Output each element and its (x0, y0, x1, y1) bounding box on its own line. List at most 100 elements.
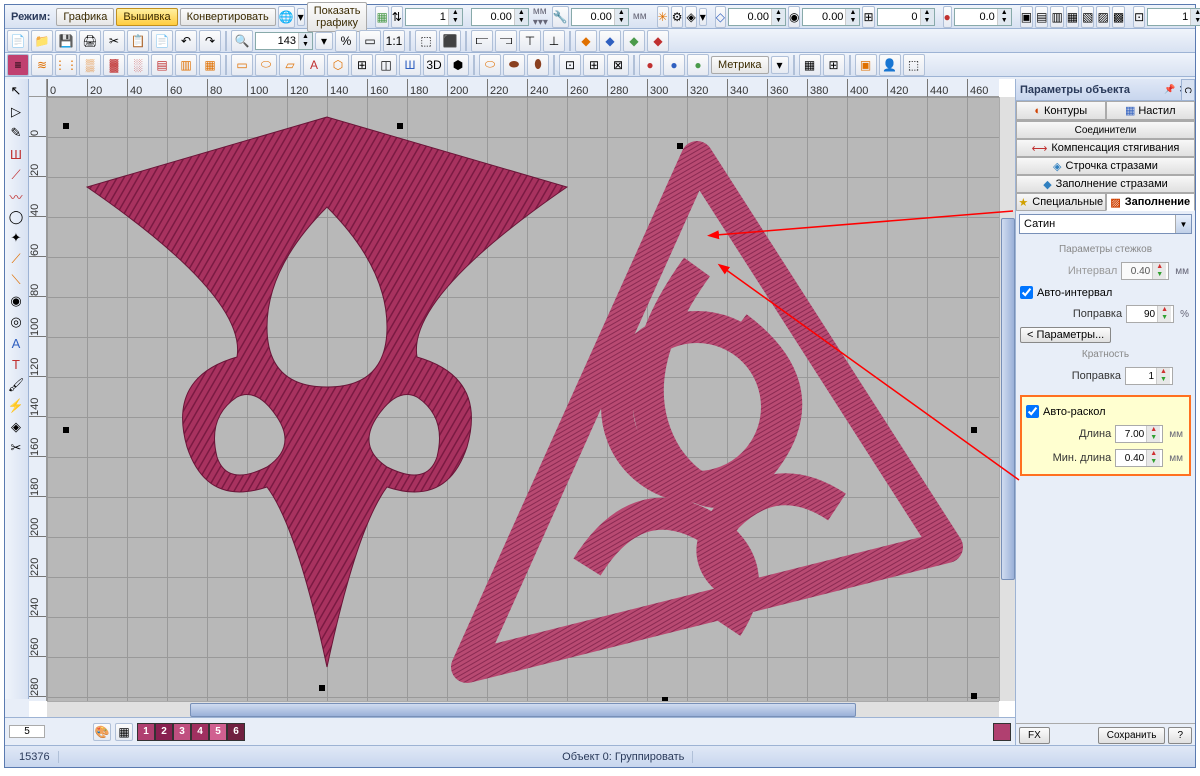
align-icon-4[interactable]: ⊥ (543, 30, 565, 52)
spinner-d[interactable]: ▲▼ (728, 8, 786, 26)
sel-handle-mr2[interactable] (971, 427, 977, 433)
tool-icon-2[interactable]: ◈ (685, 6, 696, 28)
color-chip-6[interactable]: 6 (227, 723, 245, 741)
star-icon[interactable]: ✦ (5, 228, 27, 248)
redo-icon[interactable]: ↷ (199, 30, 221, 52)
collapsed-tab[interactable]: С (1181, 79, 1195, 101)
swatch-icon[interactable]: ▦ (115, 723, 133, 741)
color-chip-3[interactable]: 3 (173, 723, 191, 741)
select-icon[interactable]: ↖ (5, 81, 27, 101)
stitch-type-2[interactable]: ≋ (31, 54, 53, 76)
color-chip-2[interactable]: 2 (155, 723, 173, 741)
stitch-icon-1[interactable]: Ш (5, 144, 27, 164)
ring-icon-2[interactable]: ◎ (5, 312, 27, 332)
snap-icon[interactable]: ⊡ (1133, 6, 1145, 28)
sel-handle-tr2[interactable] (677, 143, 683, 149)
subtab-special[interactable]: ★Специальные (1016, 193, 1106, 211)
dropdown-icon[interactable]: ▾ (297, 8, 305, 26)
tab-underlay[interactable]: ▦Настил (1106, 101, 1196, 120)
pin-icon[interactable]: 📌 (1164, 84, 1176, 96)
spinner-h[interactable]: ▲▼ (1147, 8, 1200, 26)
diamond-icon[interactable]: ◇ (715, 6, 726, 28)
color-chip-5[interactable]: 5 (209, 723, 227, 741)
dropdown-arrow-icon[interactable]: ▼ (1175, 215, 1191, 233)
brush-icon[interactable]: 🖌 (5, 375, 27, 395)
text-icon[interactable]: T (5, 354, 27, 374)
zoom-icon[interactable]: 🔍 (231, 30, 253, 52)
sel-handle-tl[interactable] (63, 123, 69, 129)
auto-split-checkbox[interactable] (1026, 405, 1039, 418)
align-icon-1[interactable]: ⫍ (471, 30, 493, 52)
undo-icon[interactable]: ↶ (175, 30, 197, 52)
color-chip-4[interactable]: 4 (191, 723, 209, 741)
palette-icon[interactable]: 🎨 (93, 723, 111, 741)
zoom-spinner[interactable]: ▲▼ (255, 32, 313, 50)
shape-icon[interactable]: ◯ (5, 207, 27, 227)
v-scroll-thumb[interactable] (1001, 218, 1015, 580)
current-color[interactable] (993, 723, 1011, 741)
line-icon-1[interactable]: ⟋ (5, 249, 27, 269)
spinner-a[interactable]: ▲▼ (405, 8, 463, 26)
spinner-f[interactable]: ▲▼ (877, 8, 935, 26)
open-icon[interactable]: 📁 (31, 30, 53, 52)
page-input[interactable] (9, 725, 45, 738)
subtab-rhinestone-fill[interactable]: ◆Заполнение стразами (1016, 175, 1195, 193)
show-graphic-button[interactable]: Показать графику (307, 2, 368, 32)
3d-icon[interactable]: 3D (423, 54, 445, 76)
fx-button[interactable]: FX (1019, 727, 1050, 744)
color-chip-1[interactable]: 1 (137, 723, 155, 741)
fill-type-dropdown[interactable]: ▼ (1019, 214, 1192, 234)
sel-handle-bm[interactable] (319, 685, 325, 691)
save-button[interactable]: Сохранить (1098, 727, 1166, 744)
misc-icon-1[interactable]: ◈ (5, 417, 27, 437)
sel-handle-br2[interactable] (971, 693, 977, 699)
mode-convert-button[interactable]: Конвертировать (180, 8, 276, 26)
adjust-spinner[interactable]: ▲▼ (1126, 305, 1174, 323)
text-a-icon[interactable]: A (5, 333, 27, 353)
line-icon-2[interactable]: ⟍ (5, 270, 27, 290)
cut-icon[interactable]: ✂ (103, 30, 125, 52)
1to1-icon[interactable]: 1:1 (383, 30, 405, 52)
pen-icon[interactable]: ✎ (5, 123, 27, 143)
print-icon[interactable]: 🖨 (79, 30, 101, 52)
h-scroll-thumb[interactable] (190, 703, 856, 717)
align-icon-3[interactable]: ⊤ (519, 30, 541, 52)
ring-icon-1[interactable]: ◉ (5, 291, 27, 311)
misc-icon-2[interactable]: ✂ (5, 438, 27, 458)
mode-embroidery-button[interactable]: Вышивка (116, 8, 177, 26)
horizontal-scrollbar[interactable] (47, 701, 999, 717)
wand-icon[interactable]: ⚡ (5, 396, 27, 416)
curve-icon[interactable]: 〰 (5, 186, 27, 206)
fit-icon[interactable]: ▭ (359, 30, 381, 52)
arrows-icon[interactable]: ⇅ (391, 6, 403, 28)
design-right[interactable] (417, 127, 977, 701)
spin-a-input[interactable] (406, 11, 448, 23)
layer-icon-1[interactable]: ▣ (1020, 6, 1033, 28)
layer-icon-4[interactable]: ▦ (1066, 6, 1079, 28)
subtab-rhinestone-line[interactable]: ◈Строчка стразами (1016, 157, 1195, 175)
spinner-b[interactable]: ▲▼ (471, 8, 529, 26)
letter-a-icon[interactable]: A (303, 54, 325, 76)
tool-icon-3[interactable]: ◉ (788, 6, 800, 28)
subtab-pull-comp[interactable]: ⟷Компенсация стягивания (1016, 139, 1195, 157)
tool-icon-1[interactable]: 🔧 (552, 6, 569, 28)
globe-icon[interactable]: 🌐 (278, 6, 295, 28)
subtab-connectors[interactable]: Соединители (1016, 121, 1195, 139)
stitch-icon-2[interactable]: ⟋ (5, 165, 27, 185)
new-icon[interactable]: 📄 (7, 30, 29, 52)
vertical-scrollbar[interactable] (999, 97, 1015, 701)
save-icon[interactable]: 💾 (55, 30, 77, 52)
sel-handle-tm[interactable] (397, 123, 403, 129)
mult-spinner[interactable]: ▲▼ (1125, 367, 1173, 385)
layer-icon-6[interactable]: ▨ (1096, 6, 1109, 28)
layer-icon-7[interactable]: ▩ (1112, 6, 1125, 28)
fill-type-input[interactable] (1020, 215, 1175, 233)
circle-icon[interactable]: ● (943, 6, 952, 28)
interval-spinner[interactable]: ▲▼ (1121, 262, 1169, 280)
metric-button[interactable]: Метрика (711, 56, 769, 74)
group-icon[interactable]: ⬚ (415, 30, 437, 52)
auto-interval-checkbox[interactable] (1020, 286, 1033, 299)
pct-icon[interactable]: % (335, 30, 357, 52)
design-canvas[interactable] (47, 97, 999, 701)
tool-icon-4[interactable]: ⊞ (862, 6, 874, 28)
